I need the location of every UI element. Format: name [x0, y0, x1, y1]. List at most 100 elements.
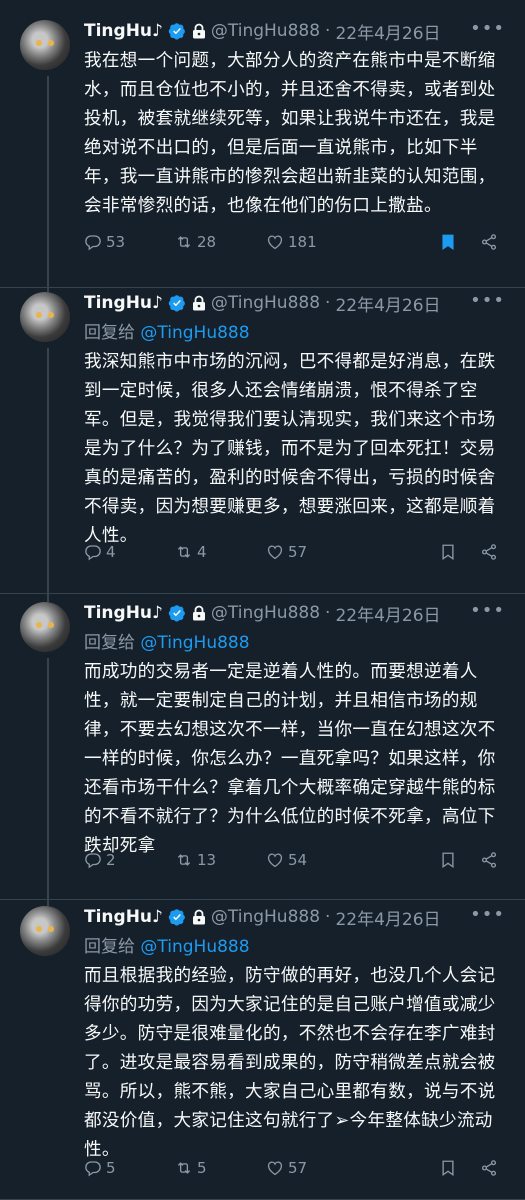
share-button[interactable]: [480, 543, 502, 561]
author-name[interactable]: TingHu♪: [84, 21, 163, 41]
tweet-date[interactable]: 22年4月26日: [335, 601, 440, 626]
reply-button[interactable]: 4: [84, 543, 116, 561]
share-icon: [481, 544, 497, 560]
like-button[interactable]: 54: [266, 851, 307, 869]
tweet-header: TingHu♪ @TingHu888 · 22年4月26日: [84, 904, 505, 930]
comment-icon: [85, 1161, 101, 1177]
avatar[interactable]: [20, 292, 70, 342]
avatar-eye: [48, 312, 54, 318]
verified-badge-icon: [168, 605, 185, 622]
tweet-thread: TingHu♪ @TingHu888 · 22年4月26日 ••• 我在想一个问…: [0, 0, 525, 1200]
more-icon[interactable]: •••: [470, 290, 505, 311]
reply-to: 回复给 @TingHu888: [84, 318, 505, 345]
avatar-eye: [36, 40, 42, 46]
retweet-count: 5: [197, 1159, 207, 1177]
separator-dot: ·: [325, 21, 331, 41]
avatar[interactable]: [20, 906, 70, 956]
like-count: 57: [288, 543, 308, 561]
like-button[interactable]: 57: [266, 543, 307, 561]
reply-to-label: 回复给: [84, 633, 135, 653]
retweet-button[interactable]: 13: [175, 851, 216, 869]
tweet-header: TingHu♪ @TingHu888 · 22年4月26日: [84, 290, 505, 316]
tweet-date[interactable]: 22年4月26日: [335, 905, 440, 930]
tweet-text: 而成功的交易者一定是逆着人性的。而要想逆着人性，就一定要制定自己的计划，并且相信…: [84, 662, 496, 856]
reply-button[interactable]: 53: [84, 233, 125, 251]
bookmark-icon: [442, 234, 454, 251]
reply-to-mention[interactable]: @TingHu888: [140, 323, 249, 343]
reply-count: 2: [106, 851, 116, 869]
tweet-text: 我深知熊市中市场的沉闷，巴不得都是好消息，在跌到一定时候，很多人还会情绪崩溃，恨…: [84, 352, 496, 546]
reply-to: 回复给 @TingHu888: [84, 932, 505, 959]
avatar[interactable]: [20, 20, 70, 70]
comment-icon: [85, 853, 101, 869]
retweet-icon: [177, 854, 191, 866]
like-button[interactable]: 181: [266, 233, 317, 251]
reply-to-mention[interactable]: @TingHu888: [140, 633, 249, 653]
reply-to: 回复给 @TingHu888: [84, 628, 505, 655]
bookmark-button[interactable]: [439, 233, 461, 251]
verified-badge-icon: [168, 295, 185, 312]
reply-button[interactable]: 2: [84, 851, 116, 869]
author-name[interactable]: TingHu♪: [84, 293, 163, 313]
lock-icon: [192, 909, 205, 925]
thread-line: [47, 76, 49, 287]
heart-icon: [267, 853, 283, 868]
more-icon[interactable]: •••: [470, 600, 505, 621]
bookmark-icon: [442, 1160, 454, 1177]
verified-badge-icon: [168, 23, 185, 40]
avatar-eye: [48, 622, 54, 628]
thread-line: [47, 658, 49, 899]
more-icon[interactable]: •••: [470, 18, 505, 39]
like-count: 181: [288, 233, 317, 251]
avatar-eye: [36, 622, 42, 628]
bookmark-button[interactable]: [439, 1159, 461, 1177]
share-button[interactable]: [480, 851, 502, 869]
like-count: 54: [288, 851, 308, 869]
comment-icon: [85, 545, 101, 561]
tweet[interactable]: TingHu♪ @TingHu888 · 22年4月26日 ••• 回复给 @T…: [0, 594, 525, 900]
retweet-count: 28: [197, 233, 217, 251]
tweet-header: TingHu♪ @TingHu888 · 22年4月26日: [84, 18, 505, 44]
more-icon[interactable]: •••: [470, 904, 505, 925]
bookmark-button[interactable]: [439, 543, 461, 561]
avatar-eye: [48, 40, 54, 46]
separator-dot: ·: [325, 603, 331, 623]
reply-button[interactable]: 5: [84, 1159, 116, 1177]
reply-count: 5: [106, 1159, 116, 1177]
comment-icon: [85, 235, 101, 251]
tweet-date[interactable]: 22年4月26日: [335, 291, 440, 316]
tweet[interactable]: TingHu♪ @TingHu888 · 22年4月26日 ••• 回复给 @T…: [0, 288, 525, 594]
share-button[interactable]: [480, 233, 502, 251]
bookmark-button[interactable]: [439, 851, 461, 869]
tweet-text: 我在想一个问题，大部分人的资产在熊市中是不断缩水，而且仓位也不小的，并且还舍不得…: [84, 51, 496, 216]
share-icon: [481, 234, 497, 250]
reply-to-label: 回复给: [84, 937, 135, 957]
heart-icon: [267, 1161, 283, 1176]
author-handle[interactable]: @TingHu888: [211, 907, 320, 927]
retweet-button[interactable]: 5: [175, 1159, 207, 1177]
tweet-content: TingHu♪ @TingHu888 · 22年4月26日 ••• 回复给 @T…: [84, 290, 505, 551]
tweet-date[interactable]: 22年4月26日: [335, 19, 440, 44]
tweet-header: TingHu♪ @TingHu888 · 22年4月26日: [84, 600, 505, 626]
tweet[interactable]: TingHu♪ @TingHu888 · 22年4月26日 ••• 我在想一个问…: [0, 0, 525, 288]
lock-icon: [192, 23, 205, 39]
author-name[interactable]: TingHu♪: [84, 907, 163, 927]
avatar[interactable]: [20, 602, 70, 652]
share-button[interactable]: [480, 1159, 502, 1177]
reply-to-mention[interactable]: @TingHu888: [140, 937, 249, 957]
retweet-icon: [177, 1162, 191, 1174]
author-handle[interactable]: @TingHu888: [211, 603, 320, 623]
retweet-icon: [177, 236, 191, 248]
avatar-eye: [36, 312, 42, 318]
author-handle[interactable]: @TingHu888: [211, 21, 320, 41]
retweet-button[interactable]: 4: [175, 543, 207, 561]
like-button[interactable]: 57: [266, 1159, 307, 1177]
tweet-content: TingHu♪ @TingHu888 · 22年4月26日 ••• 回复给 @T…: [84, 600, 505, 861]
author-handle[interactable]: @TingHu888: [211, 293, 320, 313]
retweet-button[interactable]: 28: [175, 233, 216, 251]
tweet[interactable]: TingHu♪ @TingHu888 · 22年4月26日 ••• 回复给 @T…: [0, 900, 525, 1200]
author-name[interactable]: TingHu♪: [84, 603, 163, 623]
separator-dot: ·: [325, 293, 331, 313]
retweet-count: 4: [197, 543, 207, 561]
bookmark-icon: [442, 544, 454, 561]
